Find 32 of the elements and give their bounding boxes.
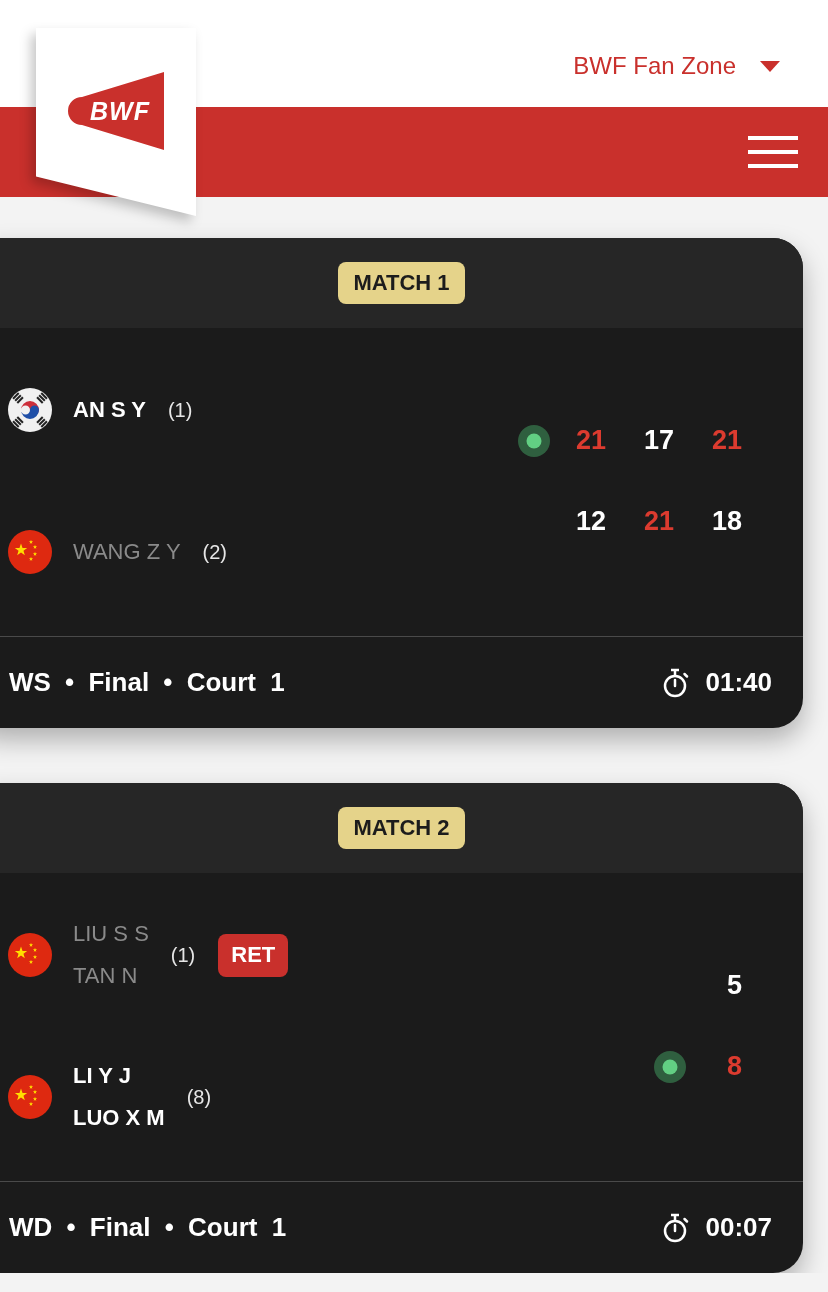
menu-icon bbox=[748, 136, 798, 168]
match-duration: 00:07 bbox=[705, 1212, 772, 1243]
game-score: 21 bbox=[574, 425, 606, 456]
player-name: LUO X M bbox=[73, 1104, 165, 1132]
player-name: WANG Z Y bbox=[73, 538, 181, 566]
seed-number: (1) bbox=[167, 398, 193, 422]
player-name: TAN N bbox=[73, 962, 139, 990]
match-info: WD • Final • Court 1 bbox=[9, 1212, 287, 1243]
player-name: AN S Y bbox=[73, 396, 146, 424]
game-score: 12 bbox=[574, 506, 606, 537]
game-score: 17 bbox=[642, 425, 674, 456]
timer-icon bbox=[661, 667, 690, 698]
seed-number: (8) bbox=[186, 1085, 212, 1109]
game-score: 21 bbox=[710, 425, 742, 456]
seed-number: (1) bbox=[170, 943, 196, 967]
match-badge: MATCH 1 bbox=[338, 262, 465, 304]
logo[interactable]: BWF bbox=[68, 72, 164, 150]
match-duration: 01:40 bbox=[705, 667, 772, 698]
player-name: LIU S S bbox=[73, 920, 149, 948]
menu-button[interactable] bbox=[748, 136, 798, 168]
caret-icon bbox=[760, 60, 780, 72]
match-badge: MATCH 2 bbox=[338, 807, 465, 849]
game-score: 8 bbox=[725, 1051, 742, 1082]
game-score: 18 bbox=[710, 506, 742, 537]
player-name: LI Y J bbox=[73, 1062, 132, 1090]
retired-badge: RET bbox=[218, 933, 289, 977]
seed-number: (2) bbox=[202, 540, 227, 564]
timer-icon bbox=[661, 1212, 690, 1243]
game-score: 5 bbox=[725, 970, 742, 1001]
fan-zone-dropdown[interactable]: BWF Fan Zone bbox=[573, 52, 780, 80]
match-info: WS • Final • Court 1 bbox=[9, 667, 285, 698]
game-score: 21 bbox=[642, 506, 674, 537]
